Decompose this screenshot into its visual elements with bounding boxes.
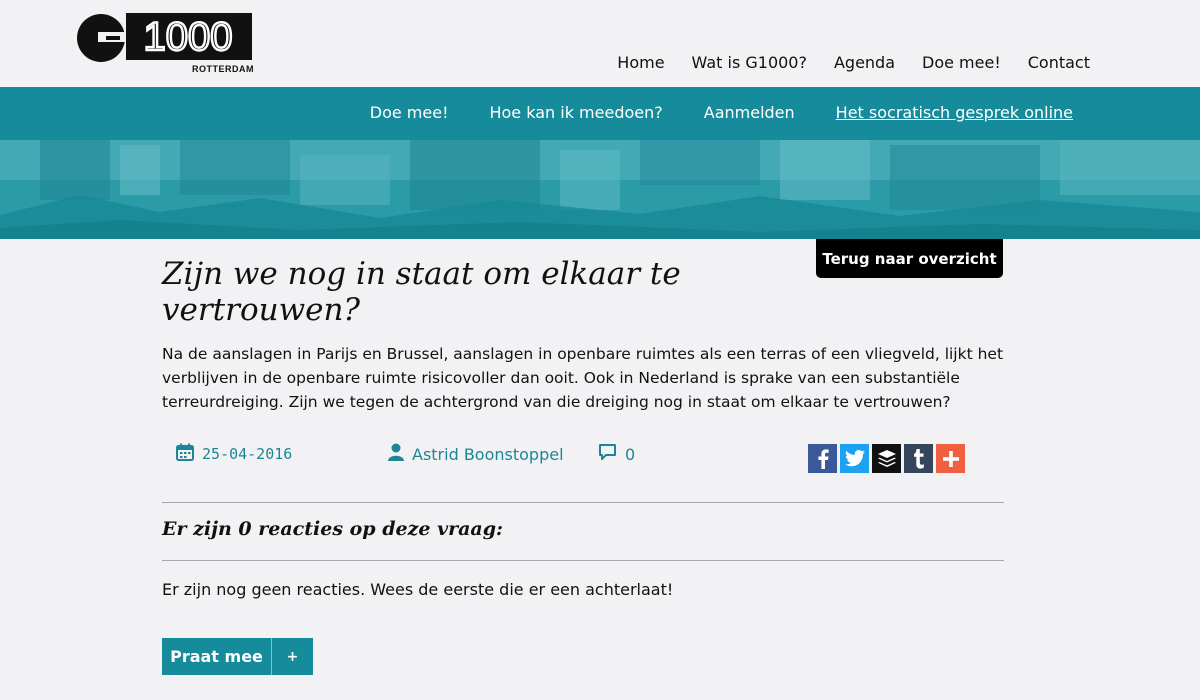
- divider: [162, 560, 1004, 561]
- logo-subtitle: ROTTERDAM: [192, 64, 254, 74]
- svg-text:1000: 1000: [144, 15, 233, 59]
- calendar-icon: [176, 443, 194, 465]
- subnav-socratisch-gesprek[interactable]: Het socratisch gesprek online: [836, 103, 1073, 122]
- nav-wat-is-g1000[interactable]: Wat is G1000?: [692, 53, 807, 72]
- subnav-hoe-kan-ik-meedoen[interactable]: Hoe kan ik meedoen?: [489, 103, 662, 122]
- buffer-icon[interactable]: [872, 444, 901, 473]
- nav-agenda[interactable]: Agenda: [834, 53, 895, 72]
- subnav-aanmelden[interactable]: Aanmelden: [704, 103, 795, 122]
- praat-mee-button[interactable]: Praat mee +: [162, 638, 313, 675]
- comment-icon: [598, 443, 617, 465]
- twitter-icon[interactable]: [840, 444, 869, 473]
- hero-banner-image: [0, 140, 1200, 239]
- nav-contact[interactable]: Contact: [1028, 53, 1090, 72]
- praat-mee-label: Praat mee: [162, 638, 272, 675]
- sub-nav: Doe mee! Hoe kan ik meedoen? Aanmelden H…: [0, 87, 1200, 140]
- share-buttons: [808, 444, 965, 473]
- article-date: 25-04-2016: [202, 445, 293, 463]
- main-nav: Home Wat is G1000? Agenda Doe mee! Conta…: [617, 53, 1090, 72]
- nav-doe-mee[interactable]: Doe mee!: [922, 53, 1001, 72]
- no-reactions-text: Er zijn nog geen reacties. Wees de eerst…: [162, 580, 674, 599]
- article: Zijn we nog in staat om elkaar te vertro…: [162, 256, 1004, 675]
- article-title: Zijn we nog in staat om elkaar te vertro…: [162, 256, 681, 328]
- reactions-heading: Er zijn 0 reacties op deze vraag:: [162, 518, 504, 540]
- article-meta: 25-04-2016 Astrid Boonstoppel 0: [162, 443, 1004, 483]
- plus-icon[interactable]: [936, 444, 965, 473]
- divider: [162, 502, 1004, 503]
- comment-count[interactable]: 0: [625, 445, 635, 464]
- g1000-logo[interactable]: 1000 ROTTERDAM: [76, 12, 254, 74]
- plus-icon: +: [286, 648, 299, 665]
- subnav-doe-mee[interactable]: Doe mee!: [370, 103, 449, 122]
- user-icon: [388, 443, 404, 465]
- facebook-icon[interactable]: [808, 444, 837, 473]
- tumblr-icon[interactable]: [904, 444, 933, 473]
- article-intro: Na de aanslagen in Parijs en Brussel, aa…: [162, 345, 1004, 411]
- comments-meta: 0: [598, 443, 635, 465]
- site-header: 1000 ROTTERDAM Home Wat is G1000? Agenda…: [0, 0, 1200, 87]
- article-author[interactable]: Astrid Boonstoppel: [412, 445, 564, 464]
- nav-home[interactable]: Home: [617, 53, 664, 72]
- date-meta: 25-04-2016: [176, 443, 292, 465]
- author-meta: Astrid Boonstoppel: [388, 443, 564, 465]
